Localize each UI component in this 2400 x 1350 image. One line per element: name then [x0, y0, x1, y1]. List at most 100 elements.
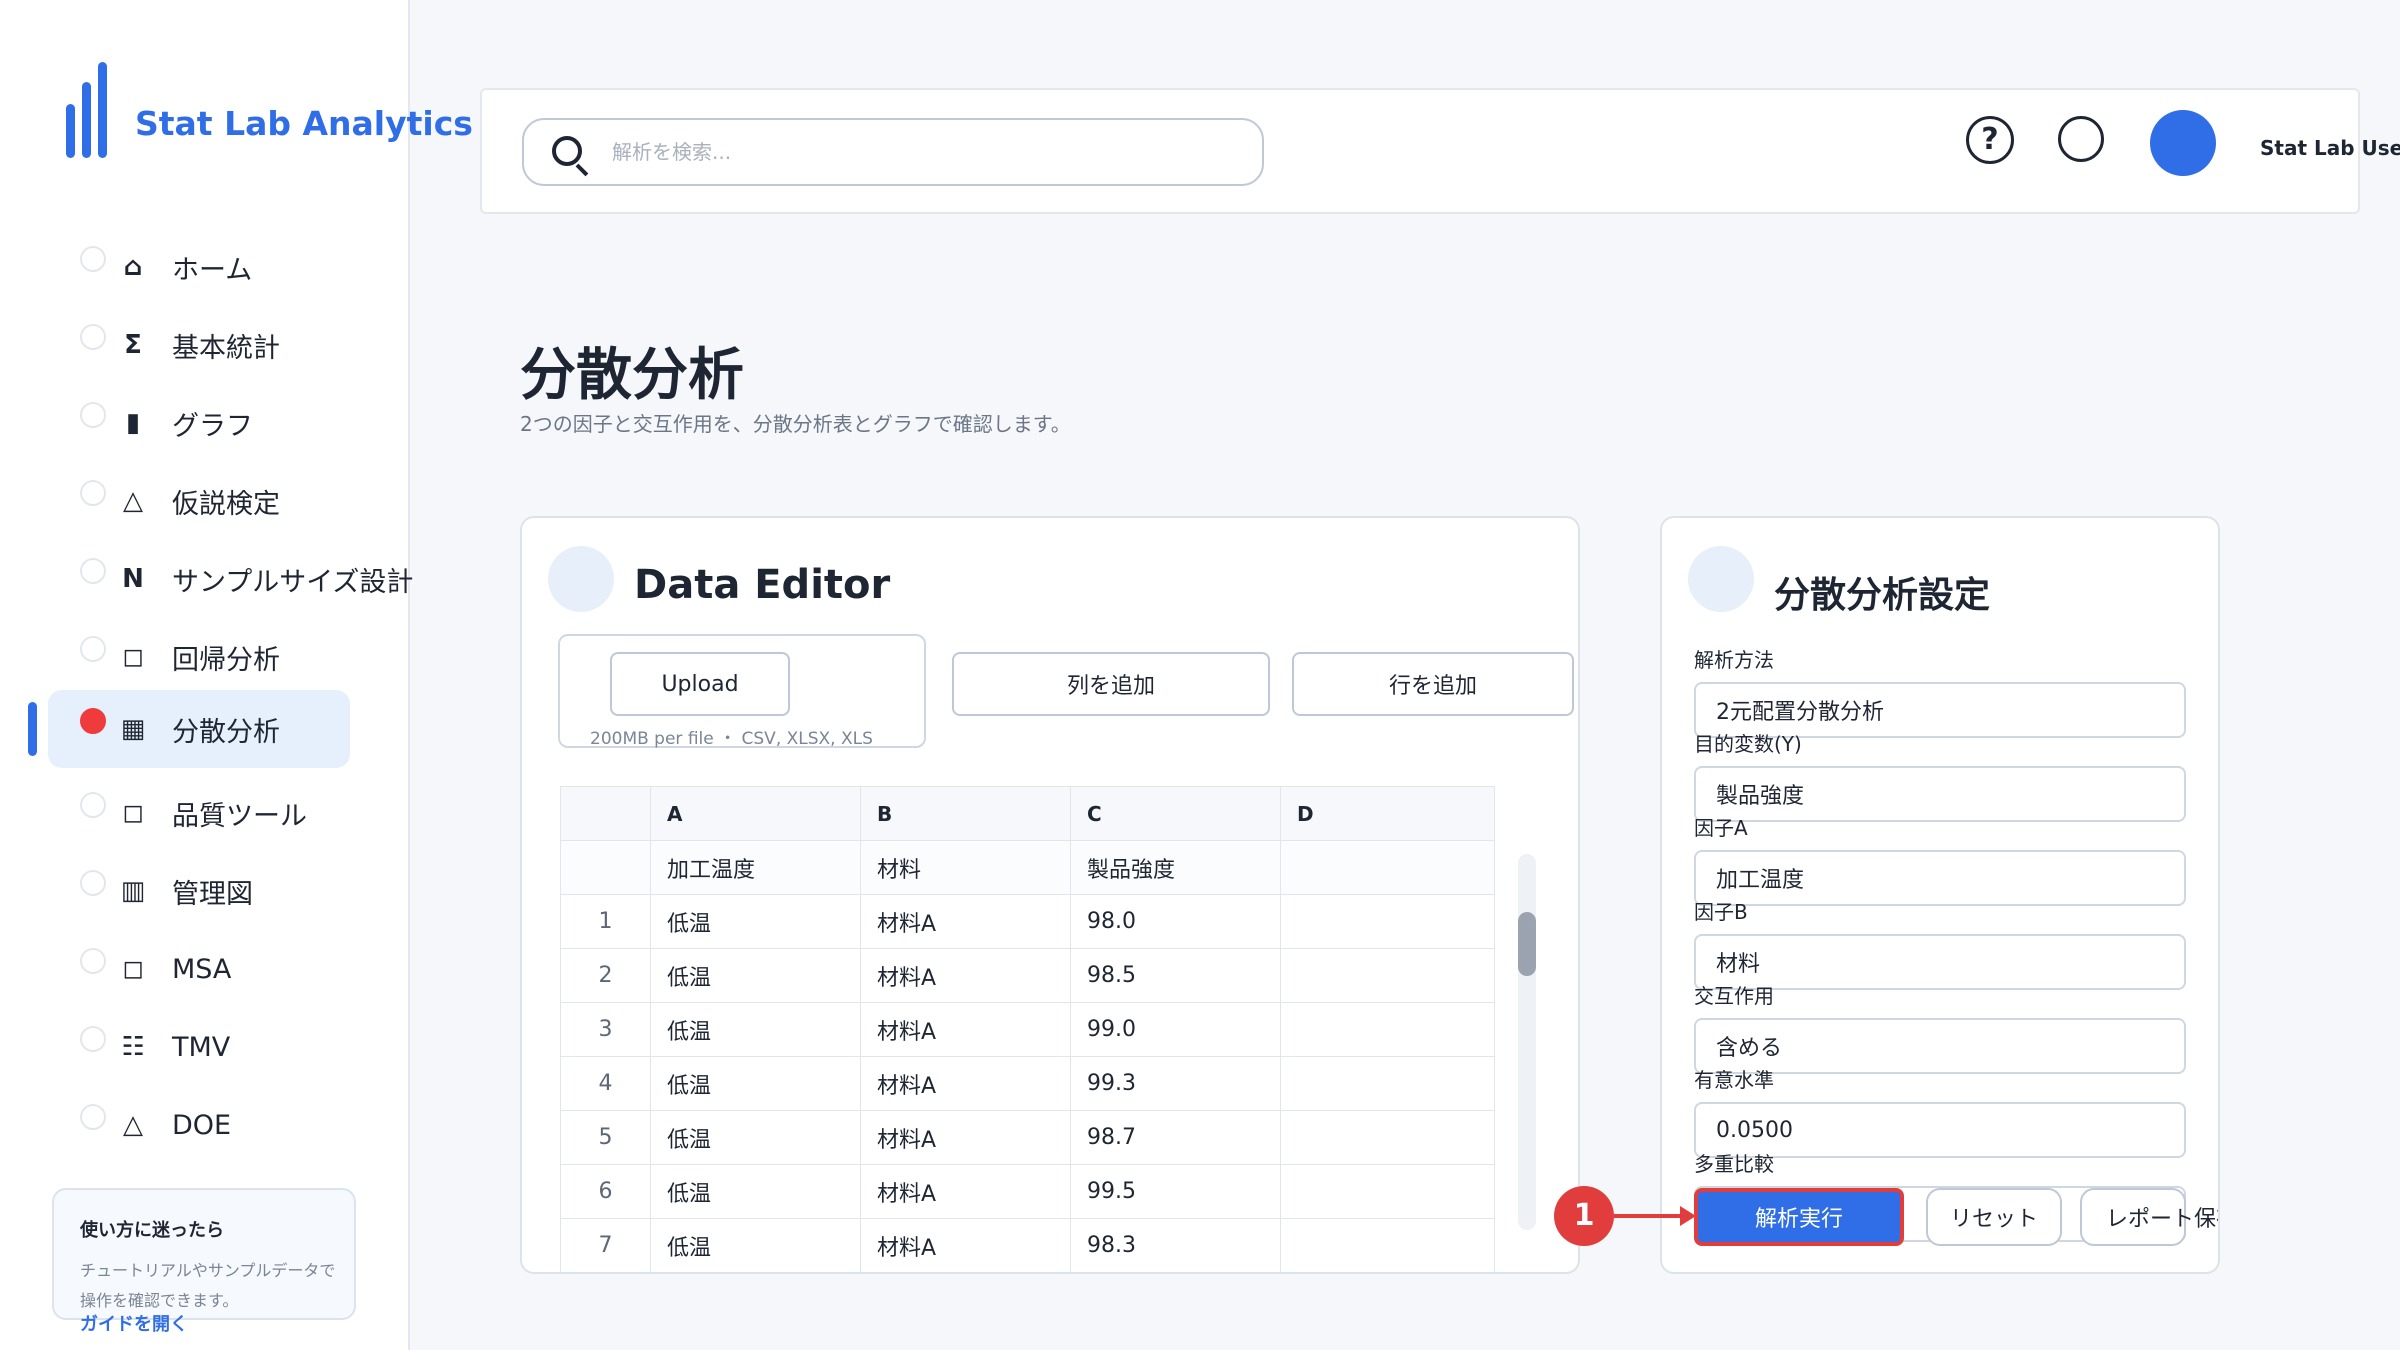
table-cell[interactable]: 98.5 — [1070, 948, 1281, 1003]
sidebar-item-label: MSA — [172, 953, 232, 985]
table-row[interactable]: 5 低温 材料A 98.7 — [560, 1110, 1495, 1165]
table-cell[interactable]: 低温 — [650, 948, 861, 1003]
table-cell[interactable]: 材料A — [861, 1273, 1071, 1275]
sidebar-item-tmv[interactable]: ☷ TMV — [48, 1008, 350, 1086]
search-icon — [552, 136, 592, 178]
table-cell[interactable]: 98.0 — [1070, 894, 1281, 949]
brand[interactable]: Stat Lab Analytics — [66, 62, 473, 158]
sidebar-item-msa[interactable]: ◻ MSA — [48, 930, 350, 1008]
table-scrollbar[interactable] — [1518, 854, 1536, 1230]
table-cell[interactable]: 99.0 — [1070, 1002, 1281, 1057]
upload-note: 200MB per file ・ CSV, XLSX, XLS — [590, 729, 873, 749]
sidebar-item-regression[interactable]: ◻ 回帰分析 — [48, 618, 350, 696]
table-cell[interactable]: 低温 — [650, 1002, 861, 1057]
sidebar-item-quality-tools[interactable]: ◻ 品質ツール — [48, 774, 350, 852]
table-cell[interactable]: 99.3 — [1070, 1056, 1281, 1111]
list-icon: ☷ — [121, 1032, 145, 1062]
help-card: 使い方に迷ったら チュートリアルやサンプルデータで操作を確認できます。 ガイドを… — [52, 1188, 356, 1335]
control-chart-icon: ▥ — [120, 876, 146, 906]
table-cell[interactable]: 材料A — [860, 1056, 1071, 1111]
data-grid[interactable]: A B C D 加工温度 材料 製品強度 1 低温 材料A 98.0 2 低温 材料A 98.… — [560, 786, 1514, 1275]
column-header[interactable]: A — [650, 786, 861, 841]
nav-radio — [80, 948, 106, 974]
table-cell[interactable] — [1280, 1002, 1495, 1057]
table-cell[interactable]: 材料A — [860, 894, 1071, 949]
table-cell[interactable]: 低温 — [650, 1164, 861, 1219]
add-column-button[interactable]: 列を追加 — [952, 652, 1270, 716]
table-cell[interactable]: 98.9 — [1071, 1273, 1281, 1275]
search-input[interactable] — [612, 130, 1232, 174]
table-row[interactable]: 2 低温 材料A 98.5 — [560, 948, 1495, 1003]
table-cell[interactable]: 98.3 — [1070, 1218, 1281, 1272]
table-cell[interactable] — [1280, 1164, 1495, 1219]
sidebar-item-graph[interactable]: ▮ グラフ — [48, 384, 350, 462]
notification-icon[interactable] — [2058, 116, 2104, 162]
reset-button[interactable]: リセット — [1926, 1188, 2062, 1246]
factor-a-select[interactable]: 加工温度 — [1694, 850, 2186, 906]
table-cell[interactable]: 98.7 — [1070, 1110, 1281, 1165]
column-header[interactable]: C — [1070, 786, 1281, 841]
nav-radio — [80, 792, 106, 818]
table-cell[interactable]: 材料A — [860, 1002, 1071, 1057]
active-indicator — [28, 702, 37, 756]
sidebar-item-sample-size[interactable]: N サンプルサイズ設計 — [48, 540, 413, 618]
triangle-icon: △ — [123, 1110, 143, 1140]
page-subtitle: 2つの因子と交互作用を、分散分析表とグラフで確認します。 — [520, 412, 1071, 436]
table-cell[interactable]: 99.5 — [1070, 1164, 1281, 1219]
table-cell[interactable]: 低温 — [651, 1273, 861, 1275]
scrollbar-thumb[interactable] — [1518, 912, 1536, 976]
user-name[interactable]: Stat Lab User — [2260, 136, 2400, 160]
sidebar-item-anova[interactable]: ▦ 分散分析 — [48, 690, 350, 768]
table-row[interactable]: 7 低温 材料A 98.3 — [560, 1218, 1495, 1272]
table-cell[interactable]: 低温 — [650, 1110, 861, 1165]
table-cell[interactable]: 低温 — [650, 1056, 861, 1111]
column-header[interactable]: D — [1280, 786, 1495, 841]
upload-dropzone[interactable]: Upload 200MB per file ・ CSV, XLSX, XLS — [558, 634, 926, 749]
sidebar-item-doe[interactable]: △ DOE — [48, 1086, 350, 1164]
table-cell[interactable]: 材料A — [860, 1218, 1071, 1272]
field-label-significance: 有意水準 — [1694, 1068, 1774, 1092]
table-cell[interactable]: 低温 — [650, 1218, 861, 1272]
sidebar-item-basic-stats[interactable]: Σ 基本統計 — [48, 306, 350, 384]
table-cell[interactable]: 材料A — [860, 948, 1071, 1003]
home-icon: ⌂ — [123, 252, 143, 282]
open-guide-link[interactable]: ガイドを開く — [80, 1310, 188, 1336]
table-cell[interactable]: 材料A — [860, 1164, 1071, 1219]
table-cell[interactable] — [1280, 948, 1495, 1003]
table-row[interactable]: 6 低温 材料A 99.5 — [560, 1164, 1495, 1219]
table-cell[interactable] — [1280, 1110, 1495, 1165]
table-cell[interactable]: 低温 — [650, 894, 861, 949]
table-cell[interactable] — [1281, 1273, 1495, 1275]
table-row[interactable]: 4 低温 材料A 99.3 — [560, 1056, 1495, 1111]
sidebar-item-hypothesis-test[interactable]: △ 仮説検定 — [48, 462, 350, 540]
table-row[interactable]: 1 低温 材料A 98.0 — [560, 894, 1495, 949]
sigma-icon: Σ — [124, 330, 142, 360]
table-cell[interactable]: 材料A — [860, 1110, 1071, 1165]
row-index: 4 — [560, 1056, 651, 1111]
help-icon[interactable]: ? — [1966, 116, 2014, 164]
upload-button[interactable]: Upload — [610, 652, 790, 716]
save-report-button[interactable]: レポート保存 — [2080, 1188, 2218, 1246]
table-row[interactable]: 8低温材料A98.9 — [561, 1273, 1495, 1275]
avatar[interactable] — [2150, 110, 2216, 176]
table-cell[interactable] — [1280, 1218, 1495, 1272]
run-analysis-button[interactable]: 解析実行 — [1694, 1188, 1904, 1246]
help-card-text: チュートリアルやサンプルデータで操作を確認できます。 — [80, 1261, 336, 1310]
field-label-factor-a: 因子A — [1694, 816, 1748, 840]
help-card-title: 使い方に迷ったら — [80, 1220, 224, 1241]
sidebar-item-control-chart[interactable]: ▥ 管理図 — [48, 852, 350, 930]
table-cell[interactable] — [1280, 894, 1495, 949]
table-cell[interactable] — [1280, 1056, 1495, 1111]
column-header[interactable]: B — [860, 786, 1071, 841]
page-title: 分散分析 — [520, 343, 744, 408]
sidebar-item-home[interactable]: ⌂ ホーム — [48, 228, 350, 306]
table-cell[interactable]: 加工温度 — [650, 840, 861, 895]
table-cell[interactable]: 材料 — [860, 840, 1071, 895]
table-row[interactable]: 3 低温 材料A 99.0 — [560, 1002, 1495, 1057]
search-box[interactable] — [522, 118, 1264, 186]
nav-radio — [80, 1104, 106, 1130]
response-variable-select[interactable]: 製品強度 — [1694, 766, 2186, 822]
table-cell[interactable] — [1280, 840, 1495, 895]
add-row-button[interactable]: 行を追加 — [1292, 652, 1574, 716]
table-cell[interactable]: 製品強度 — [1070, 840, 1281, 895]
